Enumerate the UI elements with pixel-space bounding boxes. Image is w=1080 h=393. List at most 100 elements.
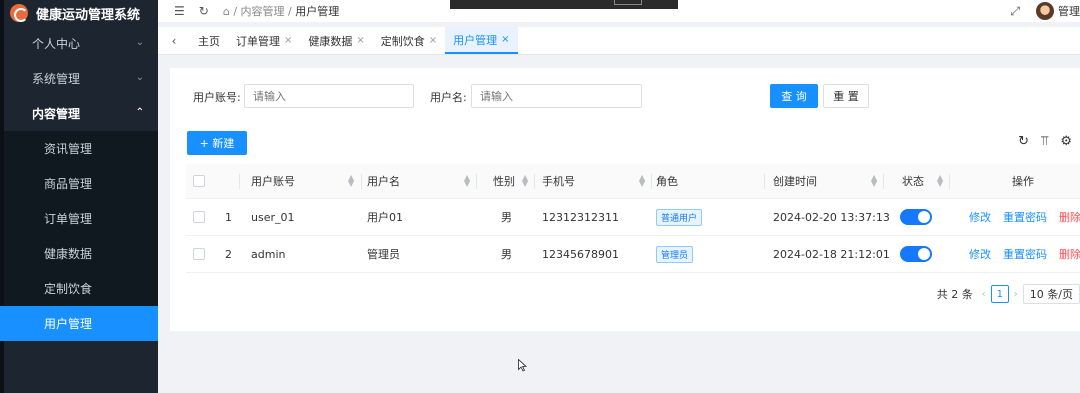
sidebar-item-label: 资讯管理 <box>44 142 93 156</box>
menu-fold-icon[interactable]: ☰ <box>174 4 185 18</box>
name-input[interactable] <box>471 84 642 108</box>
sort-icon[interactable]: ▲ ▼ <box>871 174 877 188</box>
logo-icon <box>10 4 28 22</box>
chevron-left-icon[interactable]: ‹ <box>158 27 190 54</box>
col-created[interactable]: 创建时间 <box>773 164 817 198</box>
col-status[interactable]: 状态 <box>902 164 924 198</box>
new-button[interactable]: + 新建 <box>187 131 247 155</box>
sidebar-item-label: 商品管理 <box>44 177 93 191</box>
avatar[interactable] <box>1036 2 1054 20</box>
tab-bar: ‹ 主页 订单管理 × 健康数据 × 定制饮食 × 用户管理 × <box>158 27 1080 55</box>
page-size-select[interactable]: 10 条/页 <box>1022 284 1080 304</box>
sidebar-item-label: 个人中心 <box>32 37 81 51</box>
cell-actions: 修改 重置密码 删除 <box>969 199 1080 235</box>
tab-users[interactable]: 用户管理 × <box>445 27 518 54</box>
cell-role: 普通用户 <box>656 199 703 235</box>
col-account[interactable]: 用户账号 <box>251 164 295 198</box>
query-button[interactable]: 查 询 <box>770 84 818 108</box>
cell-gender: 男 <box>501 211 512 224</box>
sidebar-item-label: 定制饮食 <box>44 282 93 296</box>
sidebar-item-health[interactable]: 健康数据 <box>0 236 158 271</box>
cell-actions: 修改 重置密码 删除 <box>969 236 1080 272</box>
sidebar-item-news[interactable]: 资讯管理 <box>0 131 158 166</box>
name-label: 用户名: <box>430 91 467 104</box>
breadcrumb-item[interactable]: 内容管理 <box>241 5 285 18</box>
tab-health[interactable]: 健康数据 × <box>300 27 372 54</box>
pagination-total: 共 2 条 <box>936 288 973 301</box>
sidebar-item-products[interactable]: 商品管理 <box>0 166 158 201</box>
breadcrumb: ⌂ / 内容管理 / 用户管理 <box>223 3 339 19</box>
sidebar-item-system[interactable]: 系统管理 ⌄ <box>0 61 158 96</box>
reset-password-link[interactable]: 重置密码 <box>1003 209 1047 225</box>
sidebar-item-diet[interactable]: 定制饮食 <box>0 271 158 306</box>
breadcrumb-sep: / <box>288 5 292 18</box>
cell-role: 管理员 <box>656 236 694 272</box>
fullscreen-icon[interactable]: ⤢ <box>1010 4 1020 19</box>
content-card: 用户账号: 用户名: 查 询 重 置 + 新建 ↻ ⫪ ⚙ 用户账号 ▲▼ 用户… <box>170 68 1080 331</box>
tab-label: 主页 <box>198 34 220 48</box>
delete-link[interactable]: 删除 <box>1059 246 1080 262</box>
breadcrumb-current: 用户管理 <box>295 5 340 18</box>
sidebar-item-profile[interactable]: 个人中心 ⌄ <box>0 26 158 61</box>
row-index: 2 <box>225 247 232 261</box>
sort-icon[interactable]: ▲ ▼ <box>639 174 645 188</box>
cell-phone: 12312312311 <box>542 210 619 224</box>
cell-name: 用户01 <box>367 211 403 224</box>
delete-link[interactable]: 删除 <box>1059 209 1080 225</box>
close-icon[interactable]: × <box>429 35 437 46</box>
sort-icon[interactable]: ▲ ▼ <box>348 174 354 188</box>
cell-created: 2024-02-20 13:37:13 <box>773 210 890 224</box>
gear-icon[interactable]: ⚙ <box>1060 134 1072 149</box>
sidebar-item-orders[interactable]: 订单管理 <box>0 201 158 236</box>
tab-orders[interactable]: 订单管理 × <box>228 27 300 54</box>
sidebar-item-label: 系统管理 <box>32 72 81 86</box>
row-checkbox[interactable] <box>193 199 205 235</box>
home-icon[interactable]: ⌂ <box>223 5 230 18</box>
tab-diet[interactable]: 定制饮食 × <box>373 27 445 54</box>
sidebar-item-label: 健康数据 <box>44 247 93 261</box>
col-gender[interactable]: 性别 <box>493 164 515 198</box>
account-label: 用户账号: <box>193 91 241 104</box>
cell-gender: 男 <box>501 248 512 261</box>
reset-password-link[interactable]: 重置密码 <box>1003 246 1047 262</box>
chevron-down-icon: ⌄ <box>135 37 144 48</box>
cell-phone: 12345678901 <box>542 247 619 261</box>
app-logo: 健康运动管理系统 <box>0 0 158 26</box>
search-form: 用户账号: 用户名: 查 询 重 置 <box>170 84 1080 108</box>
close-icon[interactable]: × <box>284 35 292 46</box>
refresh-icon[interactable]: ↻ <box>199 4 209 18</box>
density-icon[interactable]: ⫪ <box>1041 134 1048 149</box>
chevron-down-icon: ⌄ <box>135 72 144 83</box>
edit-link[interactable]: 修改 <box>969 209 991 225</box>
refresh-icon[interactable]: ↻ <box>1018 134 1029 149</box>
breadcrumb-sep: / <box>233 5 238 18</box>
tab-label: 健康数据 <box>308 34 353 48</box>
sort-icon[interactable]: ▲ ▼ <box>464 174 470 188</box>
tab-home[interactable]: 主页 <box>190 27 228 54</box>
sort-icon[interactable]: ▲ ▼ <box>522 174 528 188</box>
chevron-right-icon[interactable]: › <box>1014 289 1018 300</box>
col-phone[interactable]: 手机号 <box>542 164 575 198</box>
reset-button[interactable]: 重 置 <box>823 84 869 108</box>
sort-icon[interactable]: ▲ ▼ <box>937 174 943 188</box>
chevron-left-icon[interactable]: ‹ <box>982 289 986 300</box>
page-number[interactable]: 1 <box>990 285 1009 303</box>
app-title: 健康运动管理系统 <box>36 7 141 23</box>
status-toggle[interactable] <box>900 199 932 235</box>
col-name[interactable]: 用户名 <box>367 164 400 198</box>
user-name[interactable]: 管理 <box>1058 3 1080 19</box>
close-icon[interactable]: × <box>501 34 509 45</box>
status-toggle[interactable] <box>900 236 932 272</box>
sidebar-item-label: 订单管理 <box>44 212 93 226</box>
sidebar-item-users[interactable]: 用户管理 <box>0 306 158 341</box>
row-checkbox[interactable] <box>193 236 205 272</box>
account-input[interactable] <box>244 84 414 108</box>
select-all-checkbox[interactable] <box>193 164 205 198</box>
cell-account: admin <box>251 247 286 261</box>
row-index: 1 <box>225 210 232 224</box>
sidebar-item-content[interactable]: 内容管理 ⌃ <box>0 96 158 131</box>
role-tag: 管理员 <box>656 245 694 263</box>
header-tools: ⤢ 管理 <box>1010 0 1080 22</box>
edit-link[interactable]: 修改 <box>969 246 991 262</box>
close-icon[interactable]: × <box>356 35 364 46</box>
